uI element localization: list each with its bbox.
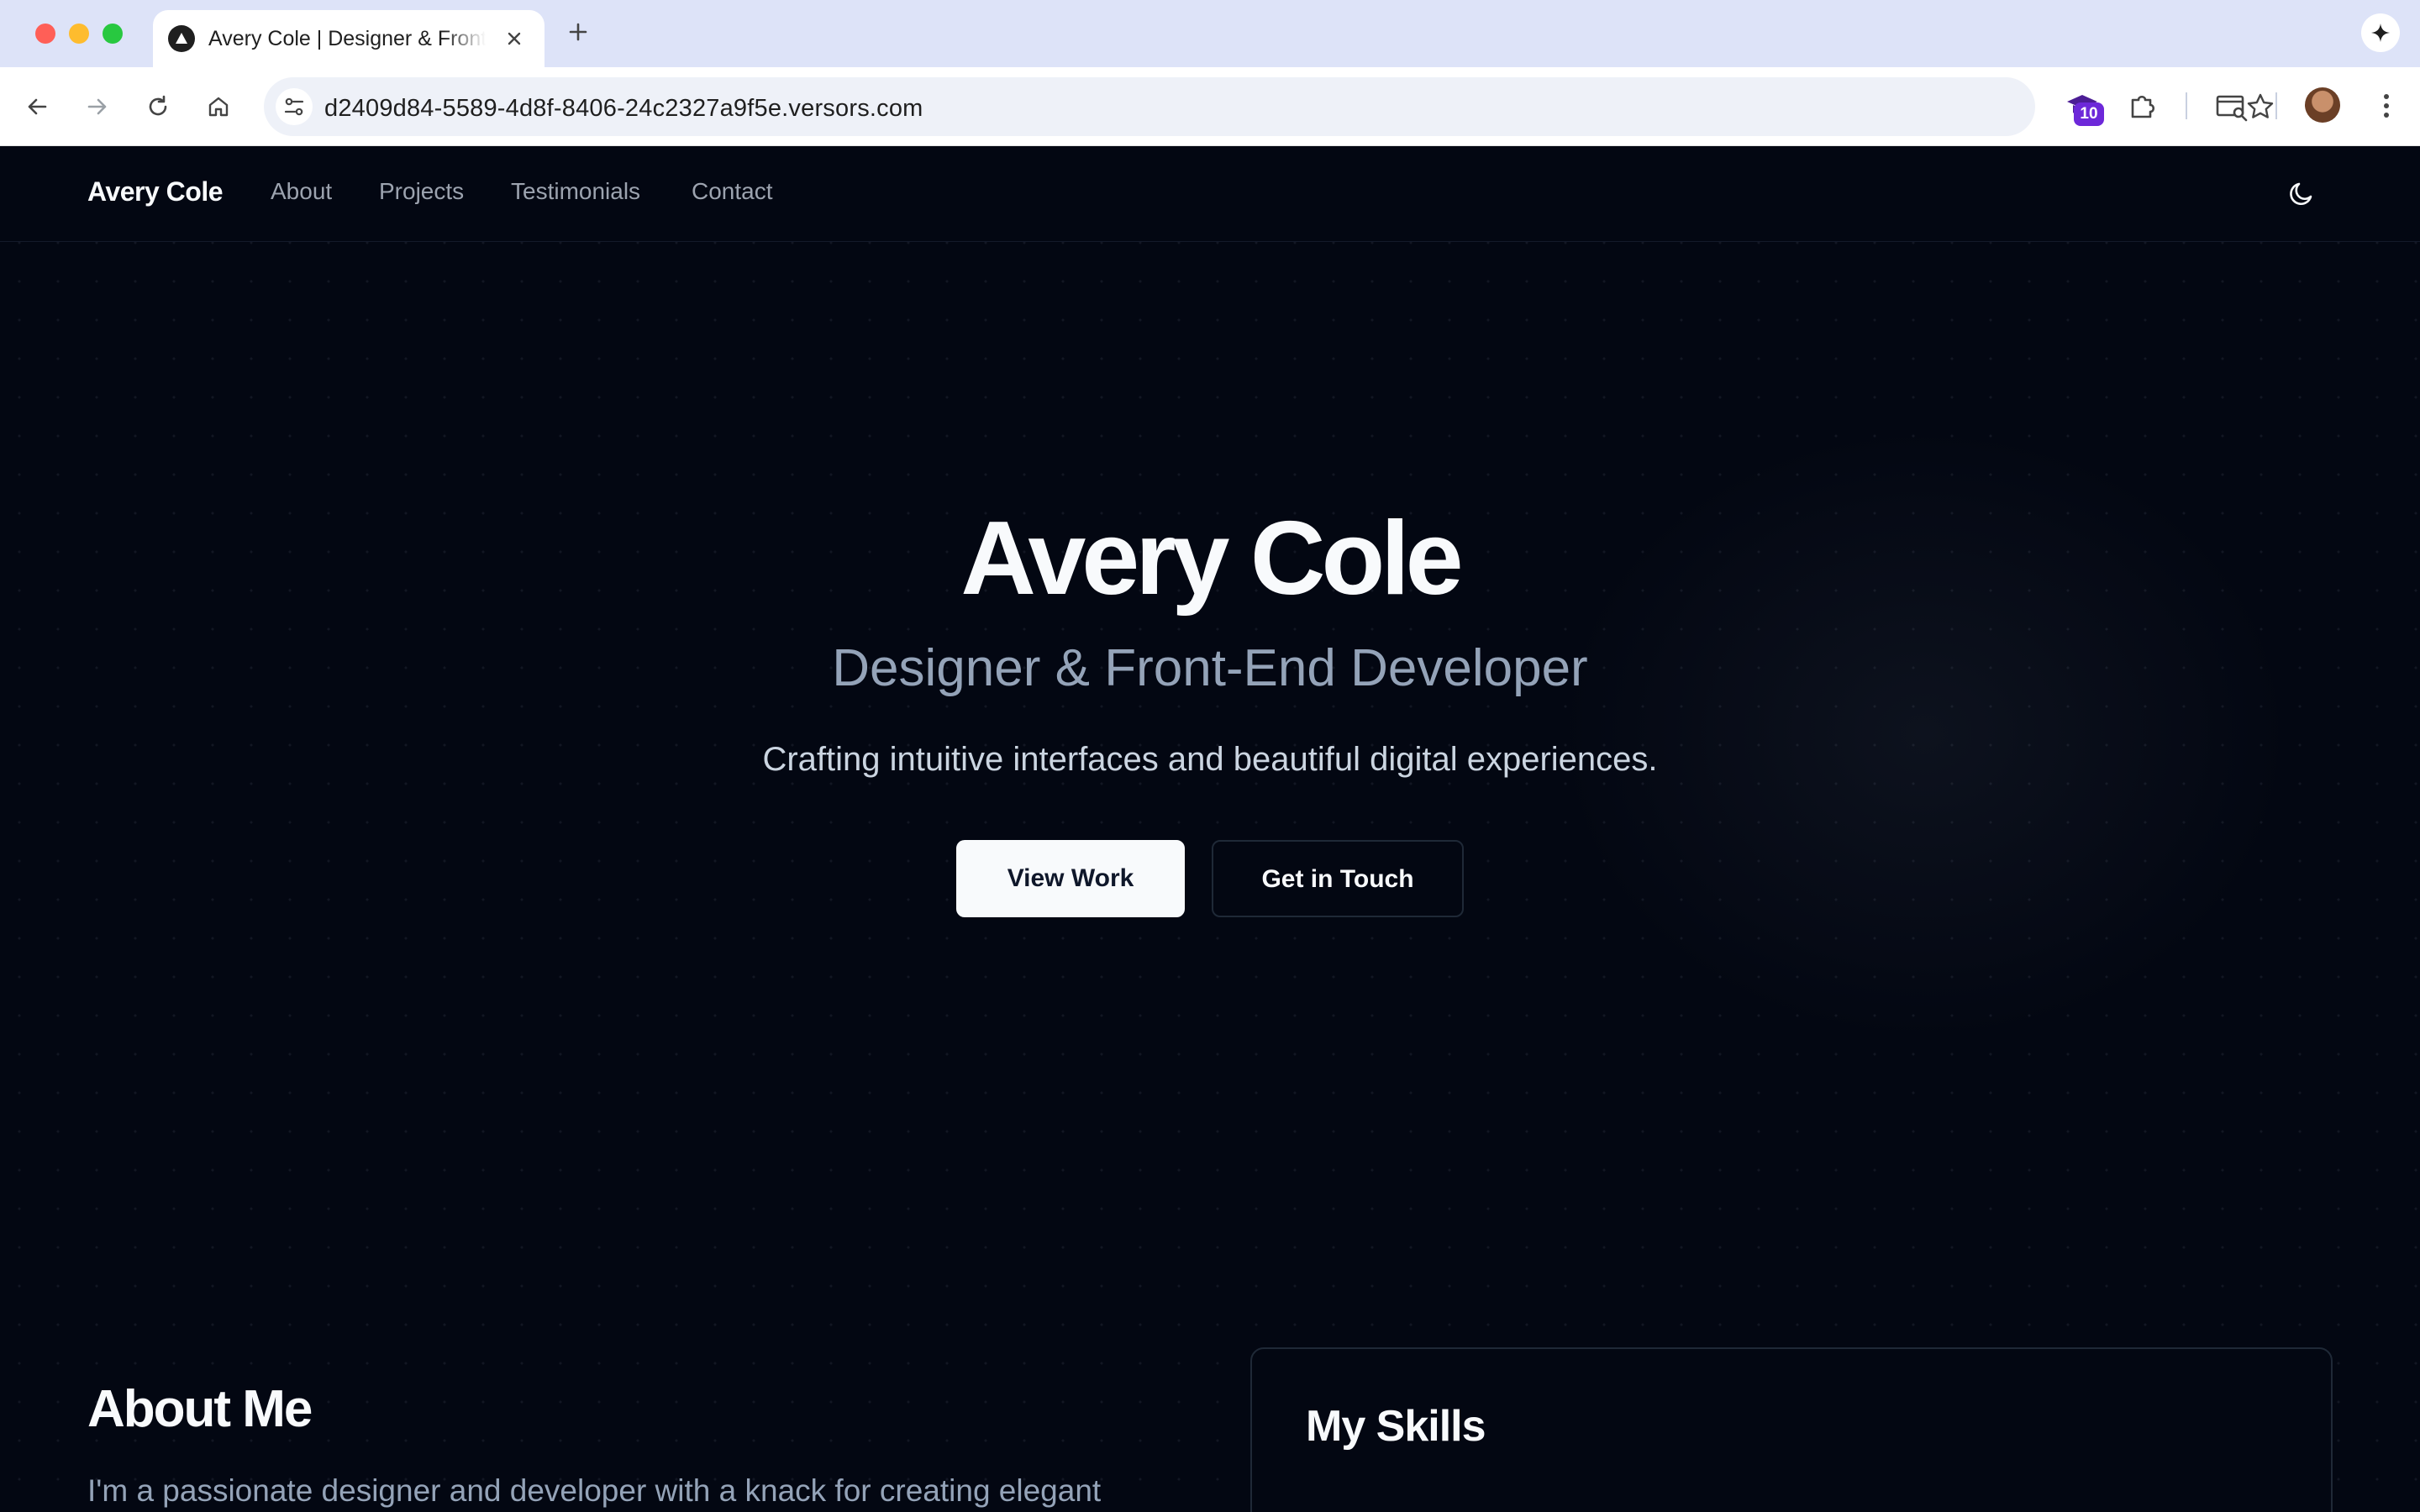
site-brand-link[interactable]: Avery Cole [87, 176, 224, 207]
nav-link-testimonials[interactable]: Testimonials [511, 178, 640, 205]
tab-search-icon[interactable] [2213, 88, 2250, 125]
nav-link-about[interactable]: About [271, 178, 332, 205]
back-button[interactable] [20, 90, 54, 123]
hero-subtitle: Designer & Front-End Developer [832, 639, 1588, 697]
maximize-window-button[interactable] [103, 24, 123, 44]
url-text: d2409d84-5589-4d8f-8406-24c2327a9f5e.ver… [324, 95, 923, 122]
site-favicon-icon [168, 25, 195, 52]
home-button[interactable] [202, 90, 235, 123]
new-tab-icon[interactable] [565, 18, 592, 45]
browser-tab-bar: Avery Cole | Designer & Front-End Develo… [0, 0, 2420, 67]
reload-button[interactable] [141, 90, 175, 123]
tab-title: Avery Cole | Designer & Front-End Develo… [208, 27, 486, 50]
hero-title: Avery Cole [960, 501, 1463, 617]
extensions-puzzle-icon[interactable] [2124, 88, 2161, 125]
toolbar-separator [2186, 92, 2187, 119]
page-viewport: Avery Cole About Projects Testimonials C… [0, 146, 2420, 1512]
view-work-button[interactable]: View Work [956, 840, 1185, 917]
tune-icon [284, 97, 304, 116]
get-in-touch-button[interactable]: Get in Touch [1212, 840, 1464, 917]
home-icon [208, 97, 229, 117]
moon-icon [2290, 182, 2312, 205]
close-window-button[interactable] [35, 24, 55, 44]
toolbar-separator [2275, 92, 2277, 119]
profile-avatar[interactable] [2305, 87, 2340, 123]
theme-toggle-button[interactable] [2282, 175, 2321, 213]
about-text: I'm a passionate designer and developer … [87, 1473, 1102, 1508]
arrow-right-icon [87, 98, 107, 115]
hero-tagline: Crafting intuitive interfaces and beauti… [762, 741, 1658, 778]
tab-close-icon[interactable] [501, 25, 528, 52]
gemini-button[interactable] [2361, 13, 2400, 52]
minimize-window-button[interactable] [69, 24, 89, 44]
address-bar[interactable]: d2409d84-5589-4d8f-8406-24c2327a9f5e.ver… [264, 77, 2274, 136]
skills-card: My Skills [1250, 1347, 2333, 1512]
more-menu-icon[interactable] [2370, 89, 2403, 123]
arrow-left-icon [28, 98, 47, 115]
sparkle-icon [2371, 24, 2390, 42]
reload-icon [149, 95, 167, 116]
browser-toolbar: d2409d84-5589-4d8f-8406-24c2327a9f5e.ver… [0, 67, 2420, 146]
forward-button[interactable] [81, 90, 114, 123]
about-title: About Me [87, 1380, 313, 1438]
nav-link-contact[interactable]: Contact [692, 178, 773, 205]
site-header: Avery Cole About Projects Testimonials C… [0, 146, 2420, 242]
browser-tab-active[interactable]: Avery Cole | Designer & Front-End Develo… [153, 10, 544, 67]
skills-title: My Skills [1306, 1402, 1486, 1451]
extension-badge: 10 [2074, 102, 2104, 126]
site-info-button[interactable] [276, 88, 313, 125]
nav-link-projects[interactable]: Projects [379, 178, 464, 205]
